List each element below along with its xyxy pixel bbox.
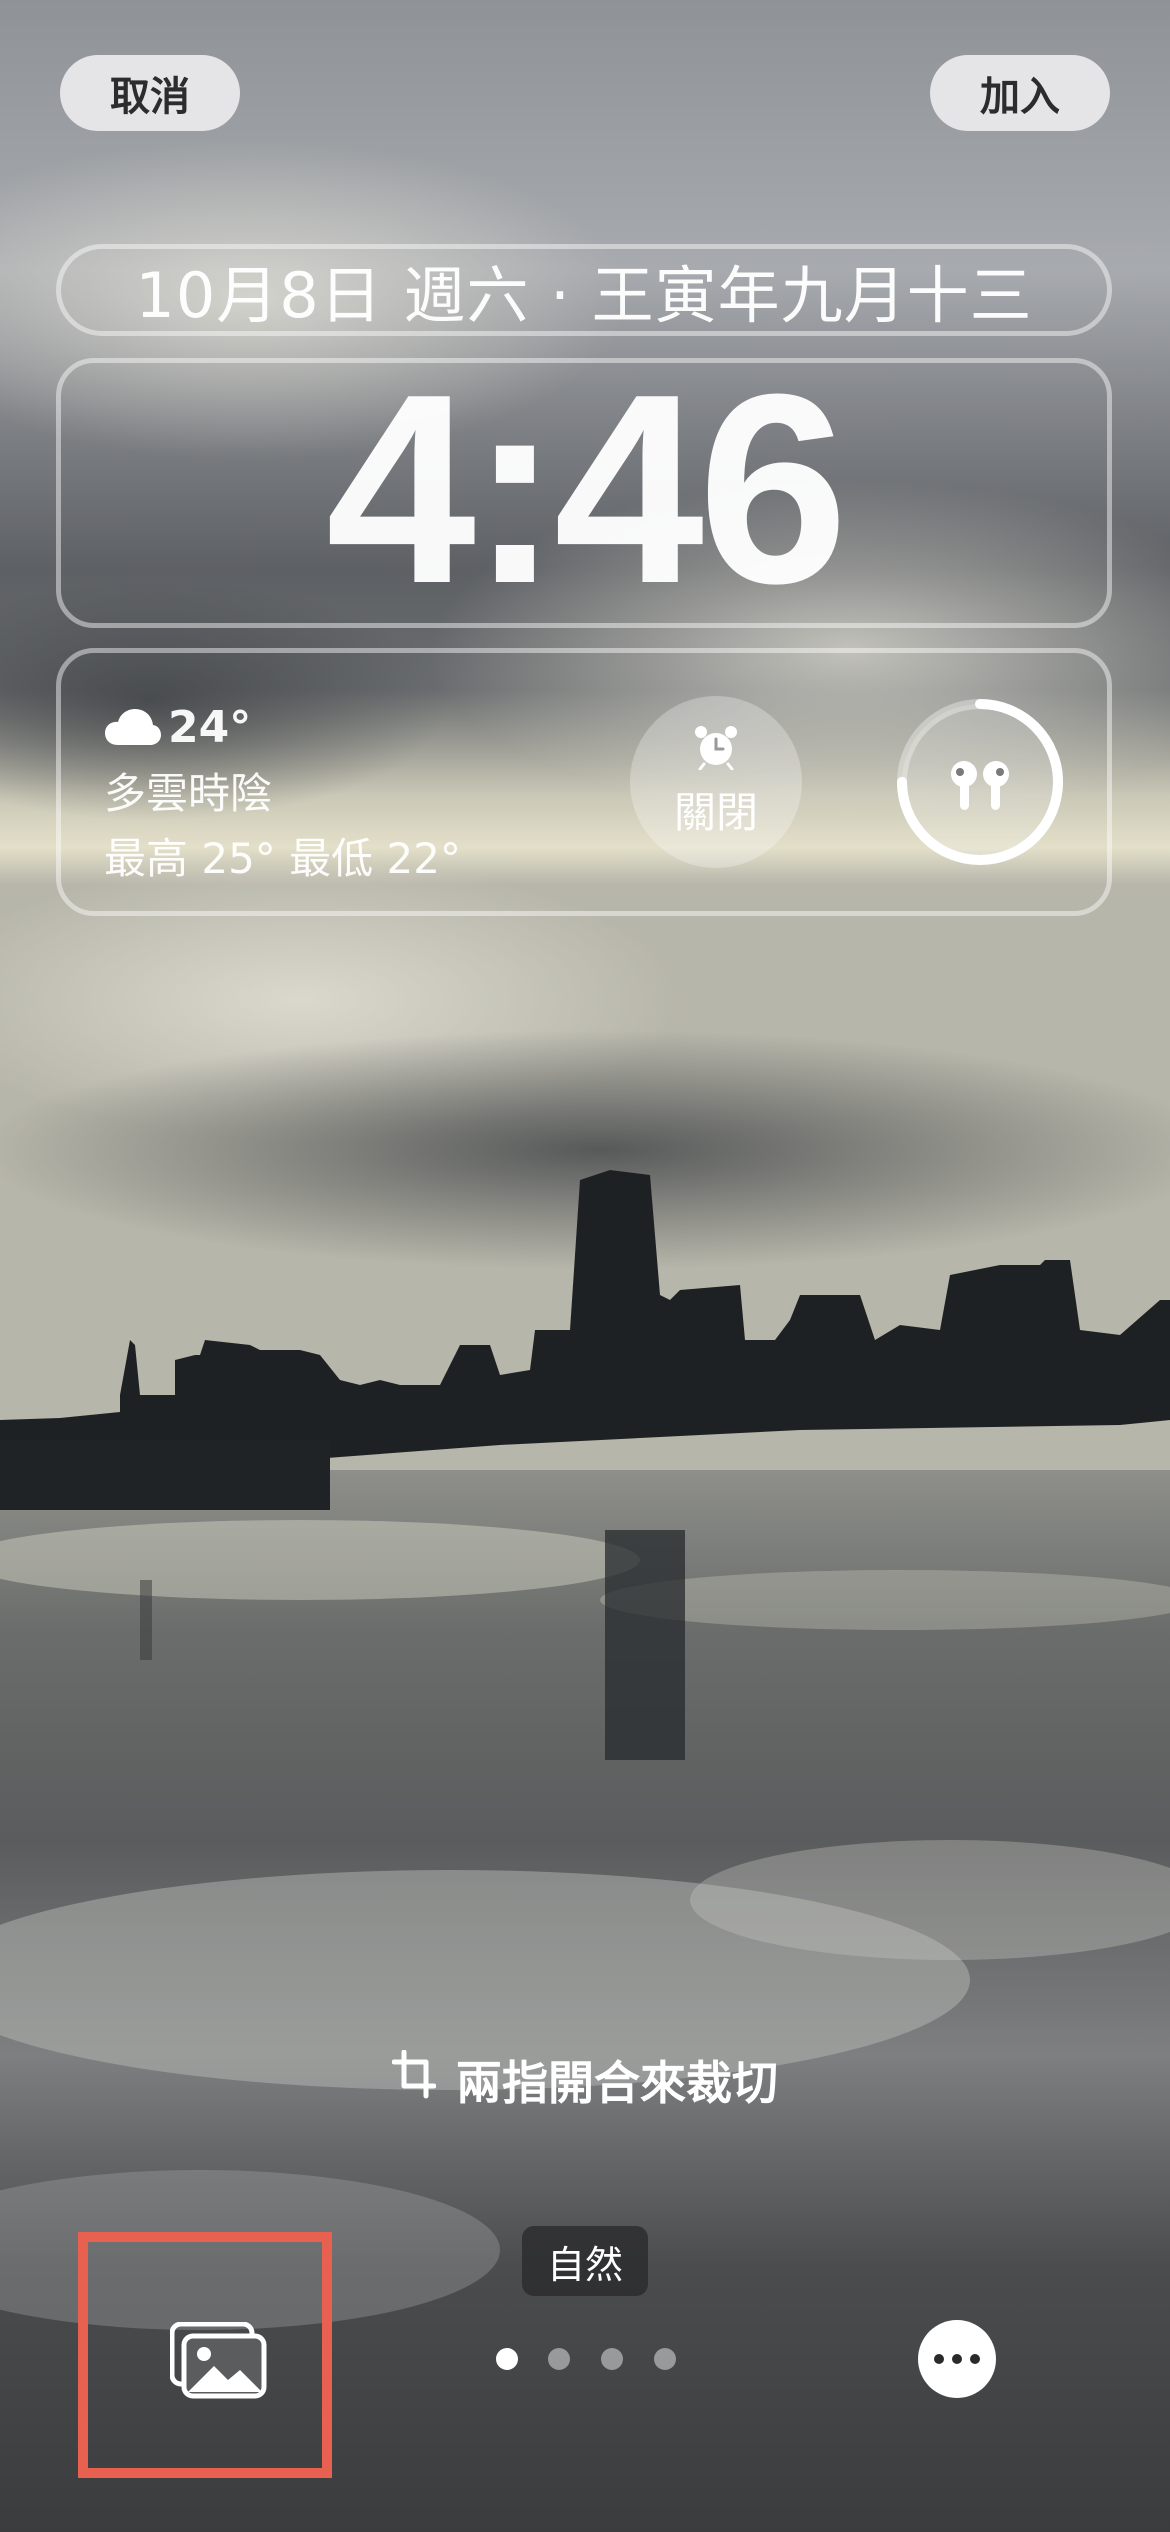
date-line: 10月8日 週六 · 王寅年九月十三 <box>135 259 1033 332</box>
page-dot[interactable] <box>654 2348 676 2370</box>
cloud-icon <box>104 707 162 747</box>
crop-hint-text: 兩指開合來裁切 <box>456 2056 778 2110</box>
add-button[interactable]: 加入 <box>930 55 1110 131</box>
page-dot[interactable] <box>601 2348 623 2370</box>
crop-icon <box>391 2049 437 2111</box>
cancel-button[interactable]: 取消 <box>60 55 240 131</box>
page-dot[interactable] <box>496 2348 518 2370</box>
airpods-battery-widget[interactable] <box>894 696 1066 868</box>
alarm-clock-icon <box>694 724 738 775</box>
more-dot <box>970 2354 980 2364</box>
weather-condition: 多雲時陰 <box>104 769 273 818</box>
more-dot <box>934 2354 944 2364</box>
weather-widget[interactable]: 24° 多雲時陰 最高 25° 最低 22° <box>104 698 461 886</box>
photo-library-icon <box>170 2322 267 2399</box>
weather-high-low: 最高 25° 最低 22° <box>104 834 461 883</box>
crop-hint: 兩指開合來裁切 <box>0 2048 1170 2112</box>
more-options-button[interactable] <box>918 2320 996 2398</box>
style-badge: 自然 <box>522 2226 648 2296</box>
weather-temperature: 24° <box>168 701 252 753</box>
more-dot <box>952 2354 962 2364</box>
clock-time: 4:46 <box>325 339 848 640</box>
alarm-widget[interactable]: 關閉 <box>630 696 802 868</box>
photo-library-button[interactable] <box>78 2232 332 2478</box>
page-dot[interactable] <box>548 2348 570 2370</box>
alarm-label: 關閉 <box>673 788 758 837</box>
